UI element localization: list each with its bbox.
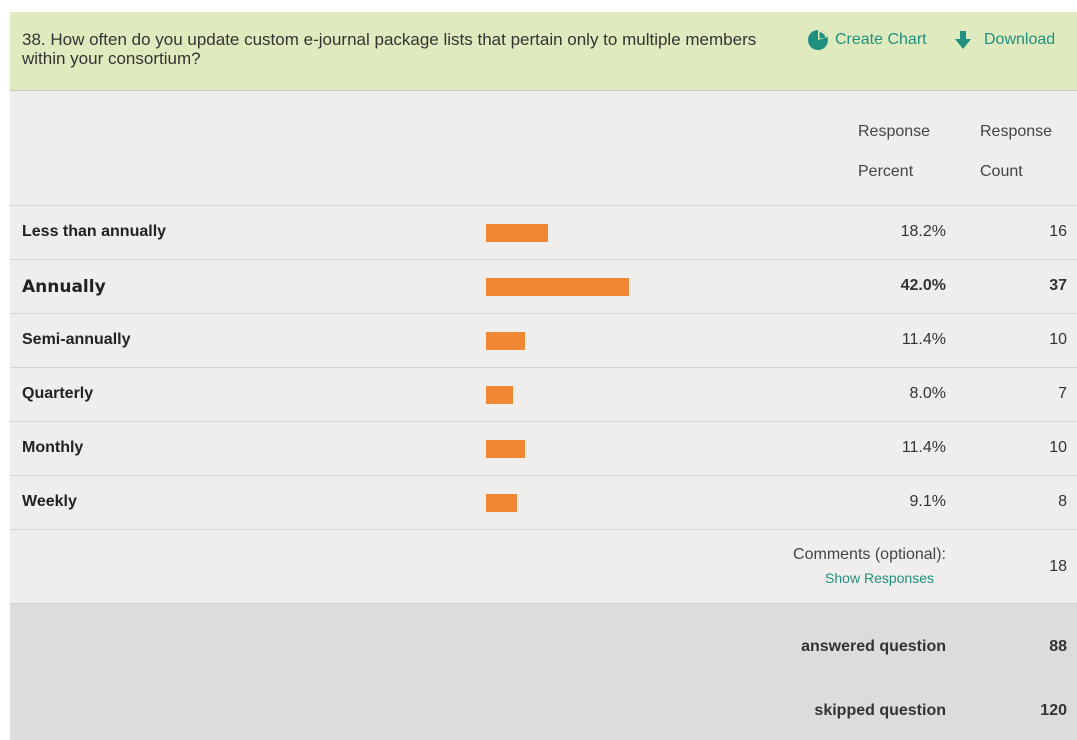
- response-count: 37: [1049, 277, 1067, 294]
- response-bar: [486, 224, 548, 242]
- download-button[interactable]: Download: [954, 30, 1055, 50]
- response-percent: 18.2%: [900, 223, 946, 240]
- answer-label: Annually: [22, 277, 106, 297]
- comments-count: 18: [1049, 558, 1067, 575]
- response-bar: [486, 386, 514, 404]
- count-header-line2: Count: [980, 163, 1023, 180]
- download-arrow-icon: [955, 31, 971, 49]
- answer-label: Monthly: [22, 439, 84, 456]
- answer-label: Quarterly: [22, 385, 94, 402]
- comments-label: Comments (optional):: [793, 546, 946, 563]
- answer-row: Monthly 11.4% 10: [10, 421, 1077, 476]
- response-count-header: Response Count: [980, 112, 1052, 192]
- pie-chart-icon: [808, 30, 828, 50]
- response-bar: [486, 332, 525, 350]
- answer-row: Less than annually 18.2% 16: [10, 205, 1077, 260]
- response-count: 10: [1049, 439, 1067, 456]
- comments-row: Comments (optional): Show Responses 18: [10, 529, 1077, 604]
- answered-row: answered question 88: [10, 638, 1077, 658]
- question-title: 38. How often do you update custom e-jou…: [22, 30, 757, 68]
- response-count: 7: [1058, 385, 1067, 402]
- show-responses-link[interactable]: Show Responses: [825, 570, 934, 586]
- answer-label: Weekly: [22, 493, 77, 510]
- question-header: 38. How often do you update custom e-jou…: [10, 12, 1077, 91]
- percent-header-line2: Percent: [858, 163, 914, 180]
- create-chart-label: Create Chart: [835, 31, 927, 48]
- response-percent: 42.0%: [900, 277, 946, 294]
- skipped-value: 120: [1040, 702, 1067, 719]
- response-bar: [486, 494, 517, 512]
- percent-header-line1: Response: [858, 123, 931, 140]
- response-percent: 11.4%: [901, 439, 946, 456]
- answer-row: Semi-annually 11.4% 10: [10, 313, 1077, 368]
- answer-label: Semi-annually: [22, 331, 131, 348]
- response-count: 16: [1049, 223, 1067, 240]
- answer-label: Less than annually: [22, 223, 167, 240]
- response-percent-header: Response Percent: [858, 112, 930, 192]
- answer-row: Weekly 9.1% 8: [10, 475, 1077, 530]
- question-panel: 38. How often do you update custom e-jou…: [10, 12, 1077, 740]
- answer-row: Annually 42.0% 37: [10, 259, 1077, 314]
- response-count: 8: [1058, 493, 1067, 510]
- summary-footer: answered question 88 skipped question 12…: [10, 603, 1077, 740]
- response-percent: 9.1%: [909, 493, 946, 510]
- create-chart-button[interactable]: Create Chart: [807, 30, 927, 50]
- response-bar: [486, 440, 525, 458]
- skipped-label: skipped question: [814, 702, 946, 719]
- skipped-row: skipped question 120: [10, 702, 1077, 722]
- answer-row: Quarterly 8.0% 7: [10, 367, 1077, 422]
- download-label: Download: [984, 31, 1056, 48]
- response-percent: 8.0%: [909, 385, 946, 402]
- answered-label: answered question: [801, 638, 946, 655]
- response-bar: [486, 278, 629, 296]
- answered-value: 88: [1049, 638, 1067, 655]
- response-count: 10: [1049, 331, 1067, 348]
- count-header-line1: Response: [980, 123, 1053, 140]
- response-percent: 11.4%: [901, 331, 946, 348]
